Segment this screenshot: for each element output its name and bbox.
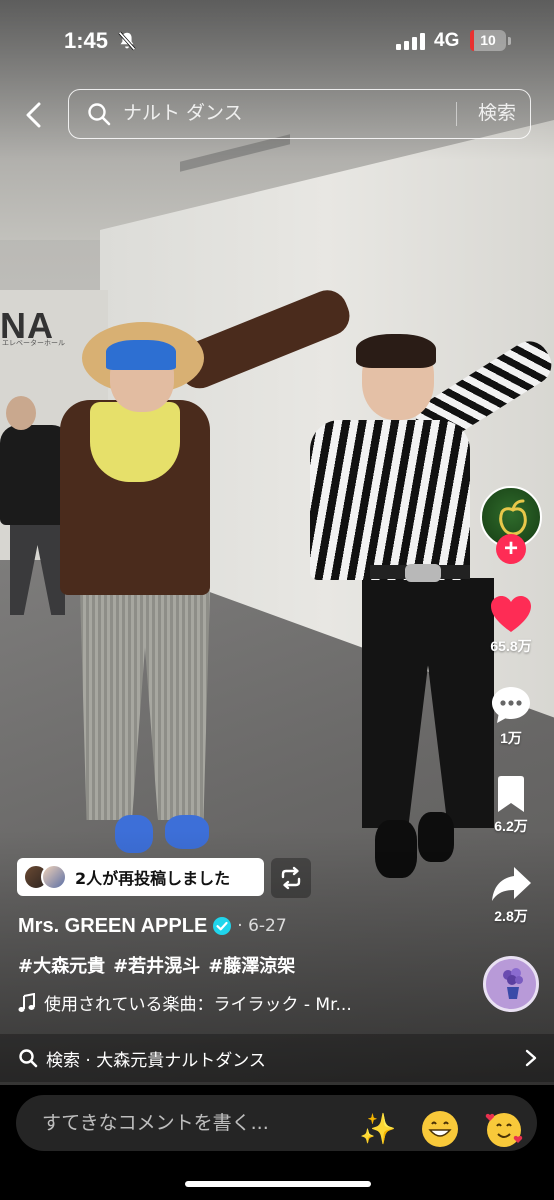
music-title: 使用されている楽曲：ライラック - Mr... bbox=[44, 995, 352, 1015]
battery-icon: 10 bbox=[470, 30, 506, 51]
search-divider bbox=[456, 102, 457, 126]
save-button[interactable]: 6.2万 bbox=[476, 774, 546, 836]
hashtag-link[interactable]: #大森元貴 bbox=[18, 952, 105, 978]
share-button[interactable]: 2.8万 bbox=[476, 864, 546, 926]
search-input[interactable]: ナルト ダンス 検索 bbox=[68, 89, 531, 139]
author-name[interactable]: Mrs. GREEN APPLE bbox=[18, 915, 207, 938]
follow-button[interactable]: + bbox=[496, 534, 526, 564]
comment-icon bbox=[492, 687, 530, 723]
signal-bars-icon bbox=[396, 32, 426, 50]
repost-text: 2人が再投稿しました bbox=[75, 869, 231, 888]
hashtag-link[interactable]: #藤澤涼架 bbox=[208, 952, 295, 978]
hashtag-list: #大森元貴 #若井滉斗 #藤澤涼架 bbox=[18, 952, 295, 978]
lilac-flower-icon bbox=[503, 968, 523, 999]
search-icon bbox=[88, 103, 111, 126]
search-submit-button[interactable]: 検索 bbox=[465, 90, 529, 137]
dancer-right-buckle bbox=[405, 564, 441, 582]
dancer-center-scarf bbox=[90, 402, 180, 482]
music-disc-button[interactable] bbox=[483, 956, 539, 1012]
music-note-icon bbox=[18, 992, 35, 1012]
comment-count: 1万 bbox=[500, 730, 522, 746]
repost-button[interactable] bbox=[271, 858, 311, 898]
dancer-right-hair bbox=[356, 334, 436, 368]
chevron-right-icon bbox=[525, 1049, 537, 1067]
battery-cap bbox=[508, 37, 511, 45]
hashtag-link[interactable]: #若井滉斗 bbox=[113, 952, 200, 978]
smiling-face-with-hearts-icon bbox=[485, 1113, 523, 1147]
dancer-right-body bbox=[310, 420, 470, 580]
related-search-bar[interactable]: 検索 · 大森元貴ナルトダンス bbox=[0, 1034, 554, 1082]
status-bar: 1:45 4G 10 bbox=[0, 0, 554, 80]
bookmark-icon bbox=[498, 776, 524, 812]
comment-input[interactable]: すてきなコメントを書く... ✨ bbox=[16, 1095, 537, 1151]
wall-sign-subtext: エレベーターホール bbox=[2, 339, 65, 347]
back-button[interactable] bbox=[16, 96, 50, 134]
sparkles-emoji-button[interactable]: ✨ bbox=[356, 1107, 400, 1151]
grin-emoji-button[interactable] bbox=[418, 1107, 462, 1151]
hearts-emoji-button[interactable] bbox=[482, 1107, 526, 1151]
battery-percent: 10 bbox=[480, 32, 496, 48]
heart-icon bbox=[491, 596, 531, 632]
search-query: ナルト ダンス bbox=[123, 102, 243, 124]
avatar bbox=[41, 864, 67, 890]
like-count: 65.8万 bbox=[490, 638, 532, 654]
repost-icon bbox=[281, 866, 301, 890]
network-type: 4G bbox=[434, 30, 460, 51]
verified-icon bbox=[213, 917, 232, 935]
dancer-left-head bbox=[6, 396, 36, 430]
share-arrow-icon bbox=[492, 867, 531, 901]
bell-slash-icon bbox=[118, 31, 136, 51]
comment-button[interactable]: 1万 bbox=[476, 684, 546, 748]
like-button[interactable]: 65.8万 bbox=[476, 594, 546, 656]
share-count: 2.8万 bbox=[494, 908, 528, 924]
home-indicator bbox=[185, 1181, 371, 1187]
sparkles-icon: ✨ bbox=[359, 1111, 397, 1147]
back-arrow-icon bbox=[26, 102, 41, 128]
repost-badge[interactable]: 2人が再投稿しました bbox=[17, 858, 264, 896]
related-search-text: 検索 · 大森元貴ナルトダンス bbox=[46, 1050, 266, 1071]
status-time: 1:45 bbox=[64, 28, 109, 53]
music-link[interactable]: 使用されている楽曲：ライラック - Mr... bbox=[18, 990, 352, 1015]
dancer-center-hair bbox=[106, 340, 176, 370]
author-row: Mrs. GREEN APPLE · 6-27 bbox=[18, 912, 287, 940]
comment-placeholder: すてきなコメントを書く... bbox=[42, 1112, 269, 1134]
search-icon bbox=[19, 1049, 38, 1068]
apple-logo-icon bbox=[499, 499, 527, 536]
save-count: 6.2万 bbox=[494, 818, 528, 834]
post-date: · 6-27 bbox=[237, 916, 287, 936]
grinning-face-icon bbox=[422, 1111, 458, 1147]
